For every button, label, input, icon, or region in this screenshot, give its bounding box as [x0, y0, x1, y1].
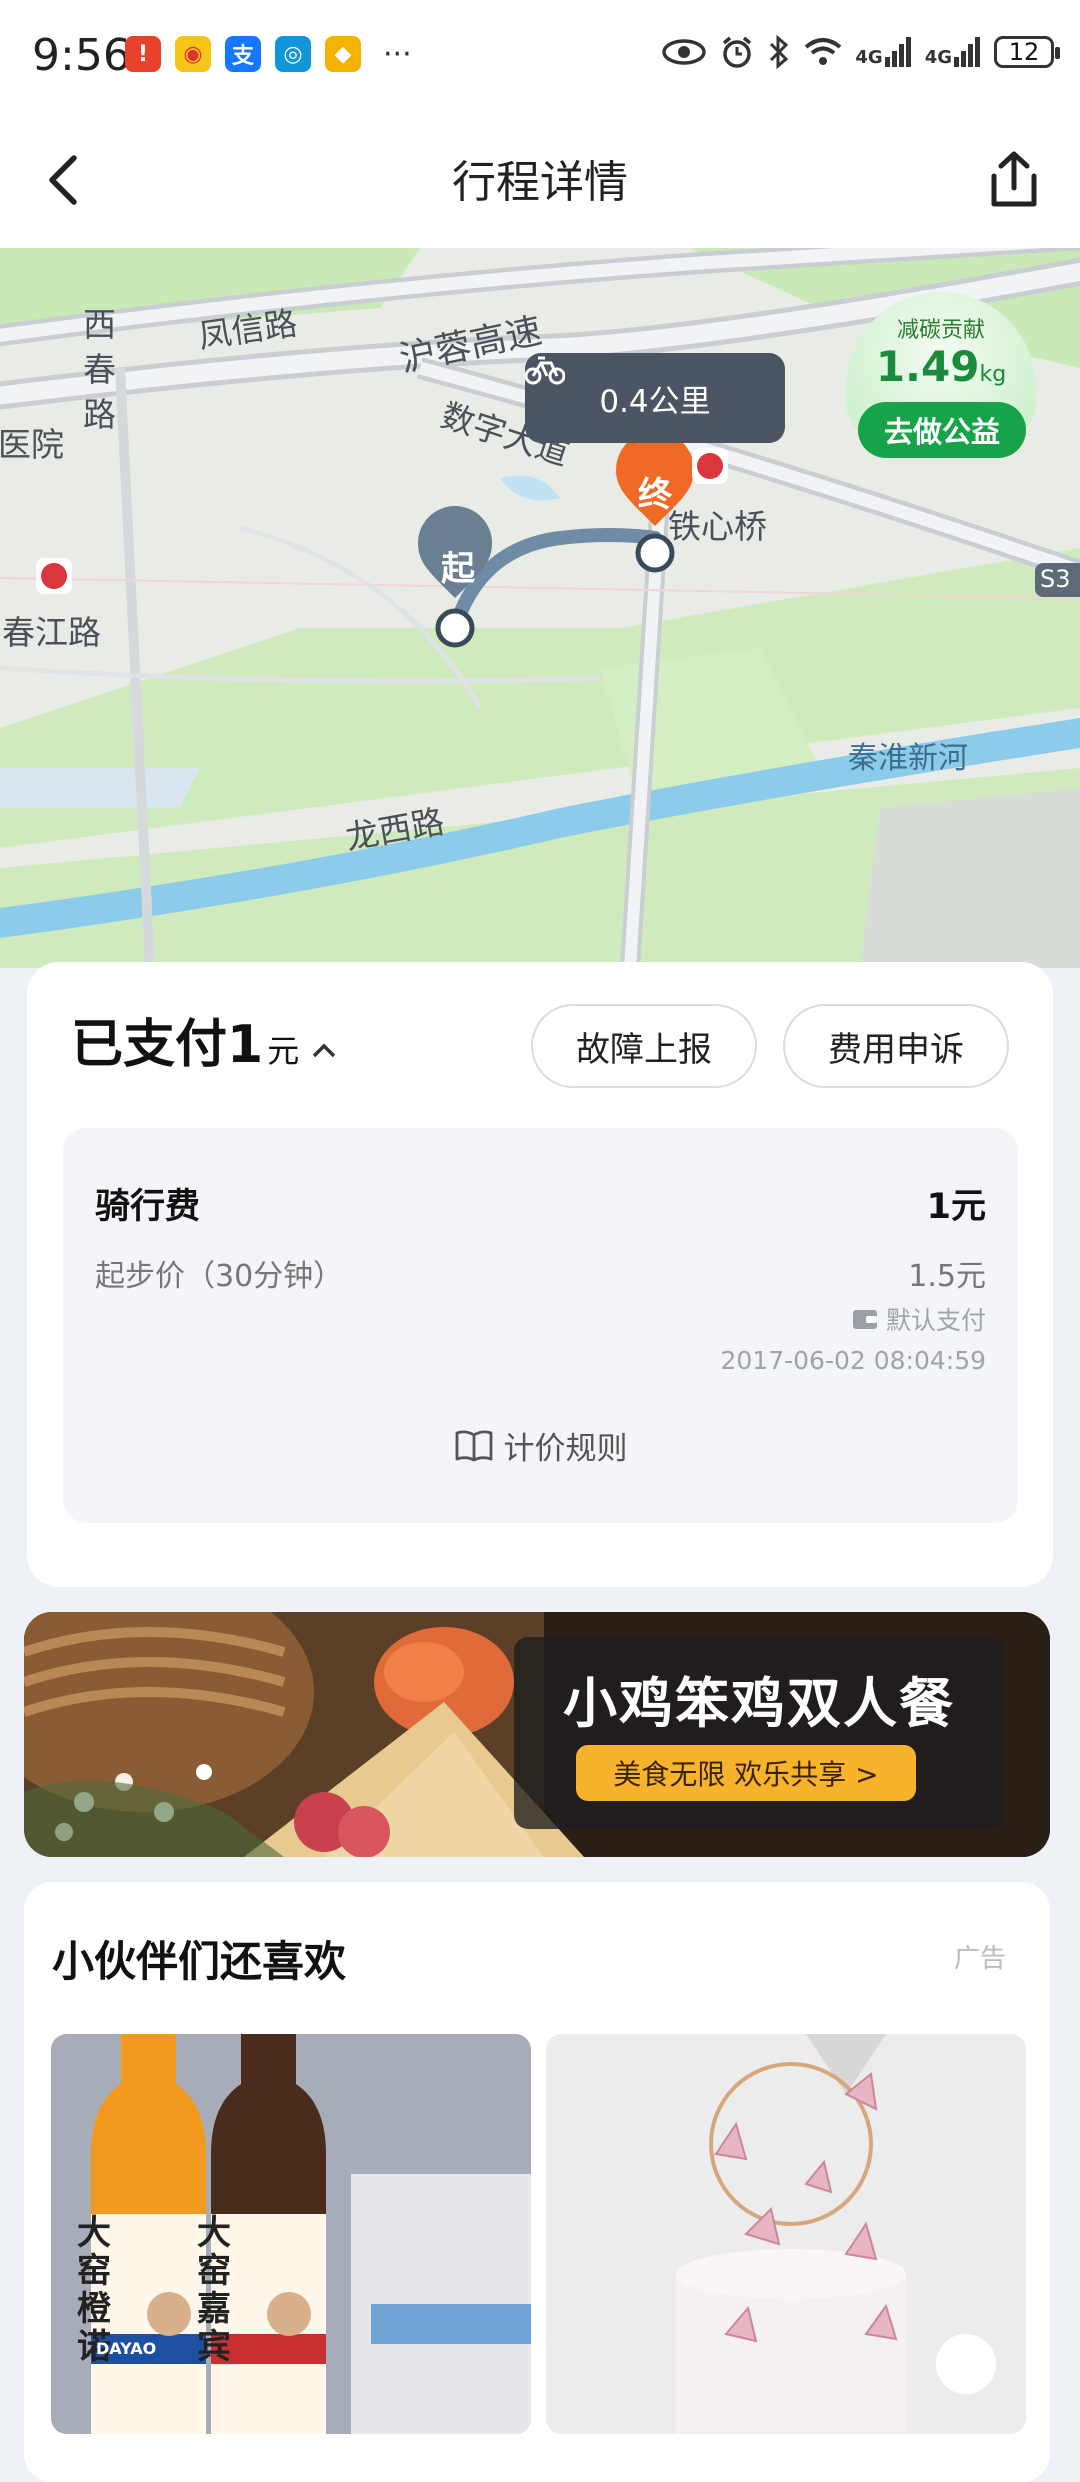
bicycle-icon — [525, 356, 565, 385]
bluetooth-icon — [770, 34, 789, 70]
ride-fee-value: 1元 — [926, 1187, 986, 1227]
base-price-label: 起步价（30分钟） — [95, 1259, 344, 1294]
signal-2-icon: 4G — [925, 37, 982, 67]
fee-appeal-button[interactable]: 费用申诉 — [783, 1004, 1009, 1088]
more-notifications-icon: ··· — [383, 36, 412, 72]
payment-timestamp: 2017-06-02 08:04:59 — [720, 1346, 986, 1375]
ride-fee-label: 骑行费 — [95, 1187, 201, 1227]
chevron-up-icon — [312, 1043, 336, 1058]
map-label: 西 — [83, 305, 116, 344]
eye-icon — [662, 39, 707, 65]
system-icons: 4G 4G 12 — [661, 34, 1060, 70]
book-icon — [455, 1429, 492, 1461]
payment-unit: 元 — [267, 1032, 300, 1070]
charity-button[interactable]: 去做公益 — [858, 402, 1026, 458]
map-label: S3 — [1040, 565, 1071, 593]
map-label: 秦淮新河 — [848, 741, 968, 776]
payment-card: 已支付 1 元 故障上报 费用申诉 骑行费 1元 起步价（30分钟） 1.5元 … — [27, 962, 1053, 1587]
map-label: 春江路 — [2, 613, 101, 652]
map-label: 路 — [83, 395, 116, 434]
metro-station-icon — [692, 448, 728, 484]
status-time: 9:56 — [32, 30, 131, 81]
section-title: 小伙伴们还喜欢 — [52, 1937, 347, 1986]
browser-icon: ◎ — [275, 36, 311, 72]
alipay-icon: 支 — [225, 36, 261, 72]
promo-banner[interactable]: 小鸡笨鸡双人餐 美食无限 欢乐共享 > — [24, 1612, 1050, 1857]
payment-summary[interactable]: 已支付 1 元 — [71, 1002, 339, 1077]
payment-method: 默认支付 — [852, 1301, 986, 1337]
end-marker-label: 终 — [638, 475, 672, 515]
cake-photo — [546, 2034, 1026, 2434]
map-label: 铁心桥 — [668, 507, 767, 546]
wallet-icon — [852, 1310, 877, 1329]
base-price-value: 1.5元 — [908, 1259, 986, 1294]
distance-badge: 0.4公里 — [525, 353, 785, 443]
banner-panel: 小鸡笨鸡双人餐 美食无限 欢乐共享 > — [514, 1637, 1004, 1829]
share-button[interactable] — [984, 148, 1044, 212]
wifi-icon — [805, 38, 842, 65]
page-title: 行程详情 — [452, 157, 628, 208]
battery-level: 12 — [1008, 38, 1040, 66]
fee-detail: 骑行费 1元 起步价（30分钟） 1.5元 默认支付 2017-06-02 08… — [63, 1128, 1018, 1523]
metro-station-icon — [36, 558, 72, 594]
carbon-contribution: 减碳贡献 1.49kg 去做公益 — [846, 292, 1036, 462]
banner-cta-button[interactable]: 美食无限 欢乐共享 > — [576, 1745, 916, 1801]
payment-status: 已支付 — [71, 1015, 228, 1075]
ad-label: 广告 — [953, 1944, 1006, 1974]
notification-icons: ! ◉ 支 ◎ ◆ ··· — [125, 36, 412, 72]
app-notification-icon: ! — [125, 36, 161, 72]
carbon-title: 减碳贡献 — [896, 318, 985, 343]
battery-icon: 12 — [994, 36, 1060, 68]
product-label: 大窑嘉宾 — [197, 2213, 231, 2367]
payment-amount: 1 — [227, 1015, 264, 1075]
carbon-value: 1.49kg — [875, 342, 1007, 391]
navigation-bar: 行程详情 — [0, 110, 1080, 248]
signal-1-icon: 4G — [855, 37, 912, 67]
product-card-cake[interactable] — [546, 2034, 1026, 2434]
brand-label: DAYAO — [96, 2339, 157, 2358]
weibo-icon: ◉ — [175, 36, 211, 72]
banner-title: 小鸡笨鸡双人餐 — [563, 1672, 955, 1735]
product-card-drinks[interactable]: 大窑橙诺 大窑嘉宾 DAYAO — [51, 2034, 531, 2434]
status-bar: 9:56 ! ◉ 支 ◎ ◆ ··· 4G 4G 12 — [0, 0, 1080, 110]
fault-report-button[interactable]: 故障上报 — [531, 1004, 757, 1088]
alarm-icon — [723, 36, 752, 68]
recommendations-section: 小伙伴们还喜欢 广告 大窑橙诺 大窑嘉宾 DAYAO — [24, 1882, 1050, 2482]
pricing-rules-link[interactable]: 计价规则 — [63, 1423, 1018, 1468]
trip-map[interactable]: 西 春 路 凤信路 沪蓉高速 数字大道 医院 春江路 铁心桥 龙西路 秦淮新河 … — [0, 248, 1080, 968]
map-label: 医院 — [0, 425, 64, 464]
map-label: 春 — [83, 350, 116, 389]
start-marker-label: 起 — [441, 549, 475, 589]
distance-value: 0.4公里 — [599, 383, 711, 420]
wallet-icon: ◆ — [325, 36, 361, 72]
